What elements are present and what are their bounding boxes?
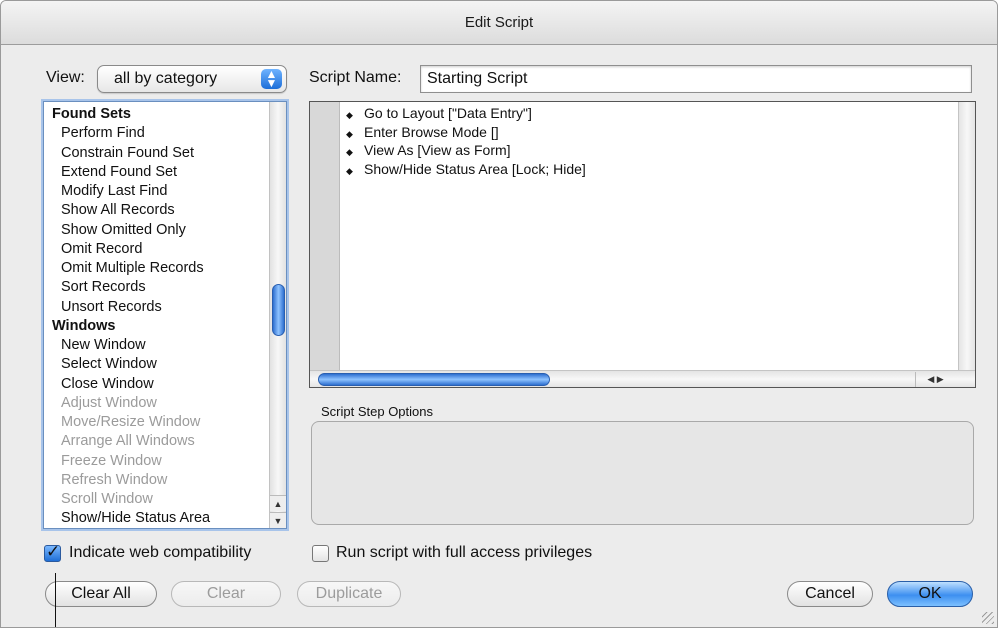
script-step-line[interactable]: ◆ Show/Hide Status Area [Lock; Hide] (346, 161, 586, 179)
step-list-item[interactable]: Modify Last Find (61, 183, 167, 202)
edit-script-window: Edit Script View: all by category ▲ ▼ Scr… (0, 0, 998, 628)
step-list-item[interactable]: Arrange All Windows (61, 433, 195, 452)
step-move-handle-icon[interactable]: ◆ (346, 147, 364, 158)
view-popup[interactable]: all by category ▲ ▼ (97, 65, 287, 93)
duplicate-button[interactable]: Duplicate (297, 581, 401, 607)
checkmark-icon: ✓ (46, 542, 61, 561)
step-list-item[interactable]: Move/Resize Window (61, 414, 200, 433)
view-label: View: (46, 69, 85, 86)
step-move-handle-icon[interactable]: ◆ (346, 110, 364, 121)
script-step-text: Show/Hide Status Area [Lock; Hide] (364, 160, 586, 177)
editor-scroll-thumb[interactable] (318, 373, 550, 386)
step-list-item[interactable]: Freeze Window (61, 453, 162, 472)
script-step-line[interactable]: ◆ View As [View as Form] (346, 142, 511, 160)
full-access-checkbox[interactable] (312, 545, 329, 562)
resize-grip-icon[interactable] (982, 612, 994, 624)
category-header: Found Sets (52, 106, 131, 122)
script-step-line[interactable]: ◆ Enter Browse Mode [] (346, 124, 499, 142)
steps-list-scroll-thumb[interactable] (272, 284, 285, 336)
step-list-item[interactable]: Omit Record (61, 241, 142, 260)
ok-button[interactable]: OK (887, 581, 973, 607)
scroll-down-icon[interactable]: ▼ (270, 512, 286, 528)
web-compat-label: Indicate web compatibility (69, 544, 252, 561)
script-steps-list[interactable]: Found Sets Perform Find Constrain Found Se… (43, 101, 287, 529)
script-step-text: Enter Browse Mode [] (364, 123, 499, 140)
step-move-handle-icon[interactable]: ◆ (346, 129, 364, 140)
title-bar: Edit Script (1, 1, 997, 45)
category-header: Windows (52, 317, 116, 334)
step-list-item[interactable]: Constrain Found Set (61, 145, 194, 164)
window-title: Edit Script (464, 14, 534, 31)
view-popup-value: all by category (114, 70, 218, 87)
step-list-item[interactable]: Scroll Window (61, 491, 153, 510)
scroll-left-right-icon[interactable]: ◀ ▶ (915, 372, 955, 387)
step-list-item[interactable]: Show/Hide Status Area (61, 510, 210, 528)
script-name-field[interactable]: Starting Script (420, 65, 972, 93)
script-name-value: Starting Script (427, 70, 528, 87)
script-step-text: Go to Layout ["Data Entry"] (364, 105, 532, 121)
clear-all-button[interactable]: Clear All (45, 581, 157, 607)
script-step-options-group (311, 421, 974, 525)
clear-button[interactable]: Clear (171, 581, 281, 607)
step-list-item[interactable]: Unsort Records (61, 299, 162, 318)
steps-list-scrollbar[interactable]: ▲ ▼ (269, 102, 286, 528)
script-step-options-label: Script Step Options (321, 404, 433, 419)
step-list-item[interactable]: Perform Find (61, 125, 145, 144)
script-step-text: View As [View as Form] (364, 142, 511, 158)
step-list-item[interactable]: Show Omitted Only (61, 222, 186, 241)
step-list-item[interactable]: Sort Records (61, 279, 146, 298)
step-move-handle-icon[interactable]: ◆ (346, 166, 364, 177)
full-access-label: Run script with full access privileges (336, 544, 593, 561)
editor-vertical-scrollbar[interactable] (958, 102, 975, 387)
step-list-item[interactable]: Refresh Window (61, 472, 167, 491)
step-list-item[interactable]: Close Window (61, 376, 154, 395)
step-list-item[interactable]: Select Window (61, 356, 157, 375)
step-list-item[interactable]: Show All Records (61, 202, 175, 221)
step-list-item[interactable]: New Window (61, 337, 146, 356)
step-list-item[interactable]: Extend Found Set (61, 164, 177, 183)
script-editor[interactable]: ◆ Go to Layout ["Data Entry"] ◆ Enter Brows… (309, 101, 976, 388)
callout-line (55, 573, 56, 627)
cancel-button[interactable]: Cancel (787, 581, 873, 607)
script-name-label: Script Name: (309, 69, 402, 86)
step-list-item[interactable]: Omit Multiple Records (61, 260, 204, 279)
scroll-up-icon[interactable]: ▲ (270, 495, 286, 511)
step-list-item[interactable]: Adjust Window (61, 395, 157, 414)
editor-horizontal-scrollbar[interactable]: ◀ ▶ (310, 370, 975, 387)
popup-arrows-icon: ▲ ▼ (261, 68, 282, 89)
web-compat-checkbox[interactable]: ✓ (44, 542, 61, 562)
script-step-line[interactable]: ◆ Go to Layout ["Data Entry"] (346, 105, 532, 123)
editor-gutter (310, 102, 340, 387)
